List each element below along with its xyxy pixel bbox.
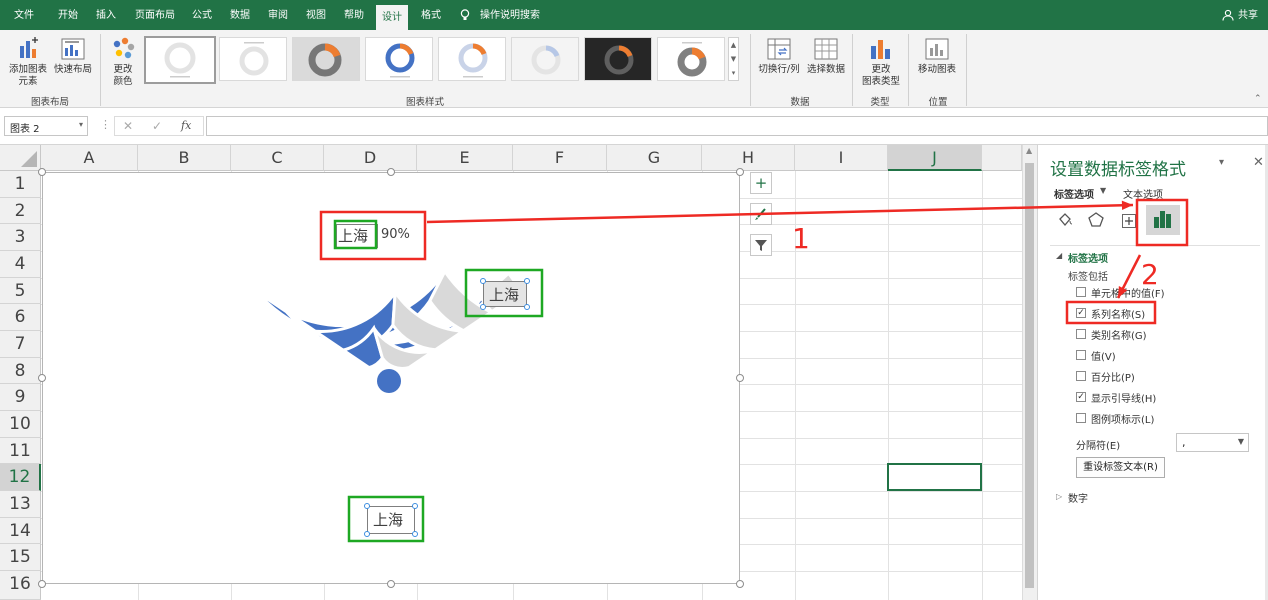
checkbox-label: 图例项标示(L) xyxy=(1091,415,1155,426)
checkbox-label: 系列名称(S) xyxy=(1091,310,1146,321)
checkbox-label: 值(V) xyxy=(1091,352,1116,363)
label-contains-heading: 标签包括 xyxy=(1068,272,1108,283)
checkbox[interactable] xyxy=(1076,287,1086,297)
tab-label-options[interactable]: 标签选项 xyxy=(1054,186,1094,201)
checkbox[interactable]: ✓ xyxy=(1076,392,1086,402)
chevron-down-icon[interactable]: ▼ xyxy=(1238,437,1244,446)
checkbox-label: 百分比(P) xyxy=(1091,373,1135,384)
annotation-number-1: 1 xyxy=(792,222,810,255)
fill-line-bucket-icon[interactable] xyxy=(1056,211,1074,229)
label-options-chart-icon[interactable] xyxy=(1146,205,1180,235)
checkbox[interactable] xyxy=(1076,350,1086,360)
pane-options-chevron-icon[interactable]: ▾ xyxy=(1219,157,1224,168)
checkbox[interactable] xyxy=(1076,413,1086,423)
pane-divider xyxy=(1050,245,1260,246)
collapse-triangle-icon[interactable]: ◢ xyxy=(1056,251,1062,260)
tab-text-options[interactable]: 文本选项 xyxy=(1123,186,1163,201)
label-options-chevron-icon[interactable]: ▼ xyxy=(1100,186,1106,195)
checkbox[interactable]: ✓ xyxy=(1076,308,1086,318)
pane-title: 设置数据标签格式 xyxy=(1050,160,1186,180)
separator-label: 分隔符(E) xyxy=(1076,441,1121,452)
checkbox-label: 显示引导线(H) xyxy=(1091,394,1157,405)
section-label-options[interactable]: 标签选项 xyxy=(1068,250,1108,265)
section-number[interactable]: 数字 xyxy=(1068,490,1088,505)
checkbox[interactable] xyxy=(1076,371,1086,381)
expand-triangle-icon[interactable]: ▷ xyxy=(1056,492,1062,501)
reset-label-text-button[interactable]: 重设标签文本(R) xyxy=(1076,457,1165,478)
size-properties-icon[interactable] xyxy=(1122,214,1136,228)
annotation-number-2: 2 xyxy=(1141,258,1159,291)
close-icon[interactable]: ✕ xyxy=(1253,155,1264,170)
separator-value: , xyxy=(1182,436,1186,449)
checkbox-label: 类别名称(G) xyxy=(1091,331,1147,342)
effects-pentagon-icon[interactable] xyxy=(1087,211,1105,229)
separator-dropdown[interactable]: , ▼ xyxy=(1176,433,1249,452)
format-data-labels-pane: 设置数据标签格式 ▾ ✕ 标签选项 ▼ 文本选项 ◢ 标签选项 标签包括 单元格… xyxy=(1037,145,1268,600)
checkbox[interactable] xyxy=(1076,329,1086,339)
